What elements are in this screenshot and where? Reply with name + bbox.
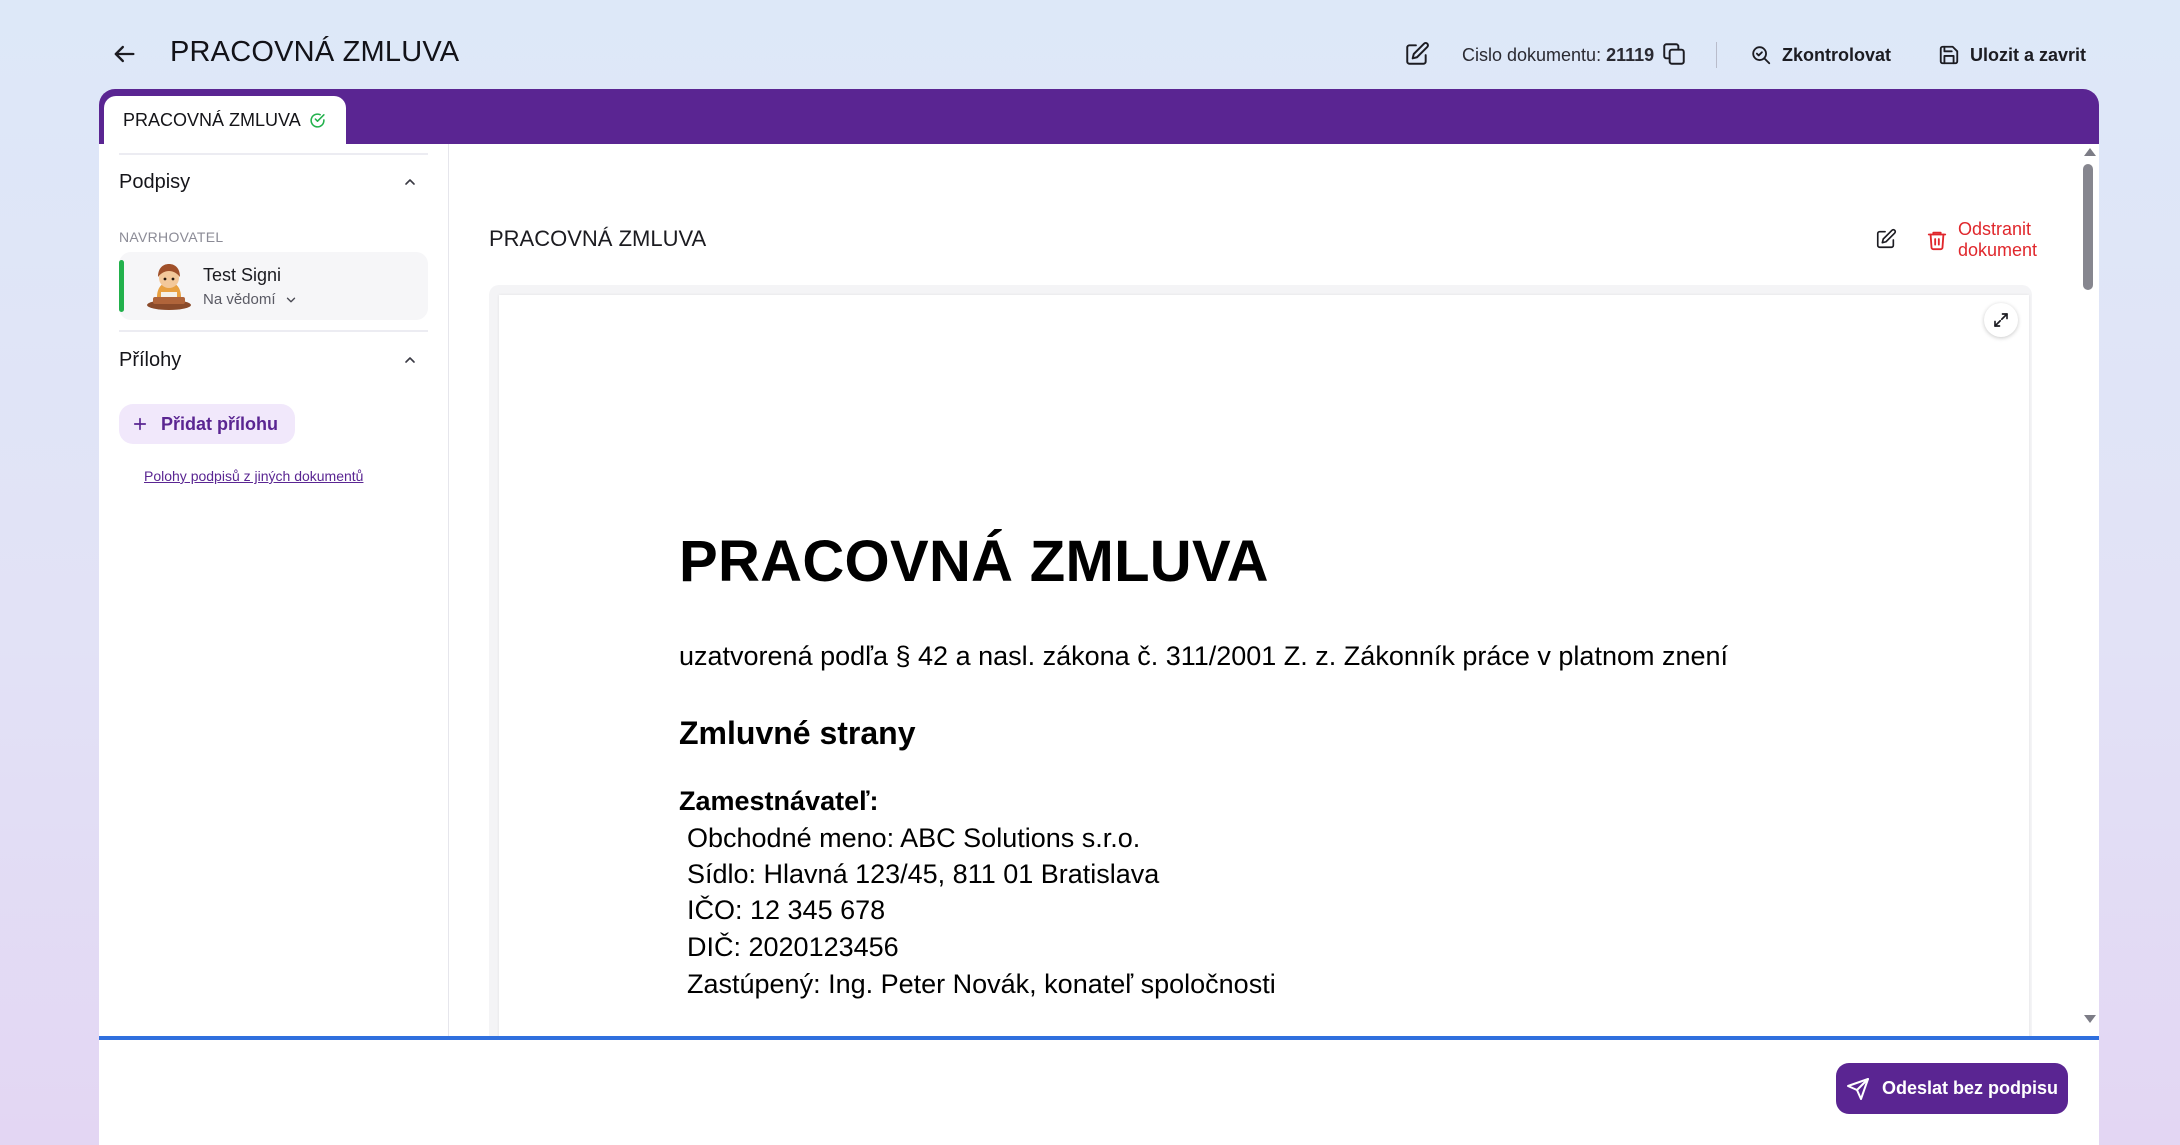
send-without-signature-button[interactable]: Odeslat bez podpisu <box>1836 1063 2068 1114</box>
top-bar: PRACOVNÁ ZMLUVA Cislo dokumentu: 21119 Z… <box>0 0 2180 88</box>
edit-icon[interactable] <box>1873 226 1899 252</box>
signer-name: Test Signi <box>203 265 282 285</box>
document-line: Sídlo: Hlavná 123/45, 811 01 Bratislava <box>687 859 1160 889</box>
add-attachment-label: Přidat přílohu <box>161 413 278 434</box>
chevron-down-icon <box>284 293 298 307</box>
attachments-title: Přílohy <box>119 348 182 371</box>
document-line: IČO: 12 345 678 <box>687 895 886 925</box>
signature-positions-link[interactable]: Polohy podpisů z jiných dokumentů <box>144 468 363 484</box>
copy-icon[interactable] <box>1660 40 1688 68</box>
signatures-title: Podpisy <box>119 170 191 193</box>
edit-icon[interactable] <box>1403 40 1431 68</box>
document-line: DIČ: 2020123456 <box>687 932 899 962</box>
avatar <box>143 259 195 311</box>
sidebar: Podpisy NAVRHOVATEL Test Signi Na vědomí… <box>99 144 449 1040</box>
signer-status-dropdown[interactable]: Na vědomí <box>203 291 298 308</box>
document-number: Cislo dokumentu: 21119 <box>1462 45 1654 66</box>
page-title: PRACOVNÁ ZMLUVA <box>170 36 460 68</box>
sidebar-divider <box>119 153 428 155</box>
signer-status-label: Na vědomí <box>203 291 276 308</box>
party-title: Zamestnávateľ: <box>679 786 879 816</box>
document-subtitle: uzatvorená podľa § 42 a nasl. zákona č. … <box>679 641 1729 671</box>
back-arrow-icon[interactable] <box>110 40 138 68</box>
save-button-label: Ulozit a zavrit <box>1970 44 2087 65</box>
add-attachment-button[interactable]: Přidat přílohu <box>119 404 295 444</box>
document-title: PRACOVNÁ ZMLUVA <box>489 226 707 251</box>
header-divider <box>1716 42 1717 68</box>
section-title: Zmluvné strany <box>679 715 916 751</box>
expand-icon[interactable] <box>1984 303 2018 337</box>
document-line: Zastúpený: Ing. Peter Novák, konateľ spo… <box>687 969 1276 999</box>
delete-document-button[interactable]: Odstranit dokument <box>1926 219 2099 260</box>
document-page: PRACOVNÁ ZMLUVA uzatvorená podľa § 42 a … <box>499 295 2029 1055</box>
document-number-value: 21119 <box>1606 45 1655 65</box>
scroll-down-arrow-icon[interactable] <box>2084 1015 2096 1023</box>
check-circle-icon <box>309 112 326 129</box>
document-line: Obchodné meno: ABC Solutions s.r.o. <box>687 823 1141 853</box>
signer-status-bar <box>119 260 124 312</box>
signer-card[interactable]: Test Signi Na vědomí <box>119 252 428 320</box>
save-and-close-button[interactable]: Ulozit a zavrit <box>1938 40 2086 70</box>
footer: Odeslat bez podpisu <box>99 1040 2099 1145</box>
scroll-thumb[interactable] <box>2083 164 2093 290</box>
scrollbar[interactable] <box>2078 142 2099 1042</box>
document-number-label: Cislo dokumentu: <box>1462 45 1602 65</box>
chevron-up-icon <box>402 352 418 368</box>
role-label: NAVRHOVATEL <box>119 229 224 245</box>
check-button-label: Zkontrolovat <box>1782 44 1892 65</box>
document-heading: PRACOVNÁ ZMLUVA <box>679 529 1269 594</box>
tab-bar: PRACOVNÁ ZMLUVA <box>99 89 2099 144</box>
sidebar-divider <box>119 330 428 332</box>
plus-icon <box>131 415 149 433</box>
scroll-up-arrow-icon[interactable] <box>2084 148 2096 156</box>
main-panel: PRACOVNÁ ZMLUVA Podpisy NAVRHOVATEL Test… <box>99 89 2099 1145</box>
document-area: PRACOVNÁ ZMLUVA Odstranit dokument PRACO… <box>449 144 2099 1055</box>
tab-pracovna-zmluva[interactable]: PRACOVNÁ ZMLUVA <box>104 96 346 144</box>
search-check-icon <box>1750 44 1772 66</box>
tab-label: PRACOVNÁ ZMLUVA <box>123 109 301 130</box>
chevron-up-icon <box>402 174 418 190</box>
attachments-section-header[interactable]: Přílohy <box>119 340 428 380</box>
signatures-section-header[interactable]: Podpisy <box>119 162 428 202</box>
send-button-label: Odeslat bez podpisu <box>1881 1078 2059 1098</box>
check-button[interactable]: Zkontrolovat <box>1750 40 1891 70</box>
document-preview: PRACOVNÁ ZMLUVA uzatvorená podľa § 42 a … <box>489 285 2032 1055</box>
send-icon <box>1846 1077 1870 1101</box>
floppy-disk-icon <box>1938 44 1960 66</box>
trash-icon <box>1926 229 1948 251</box>
